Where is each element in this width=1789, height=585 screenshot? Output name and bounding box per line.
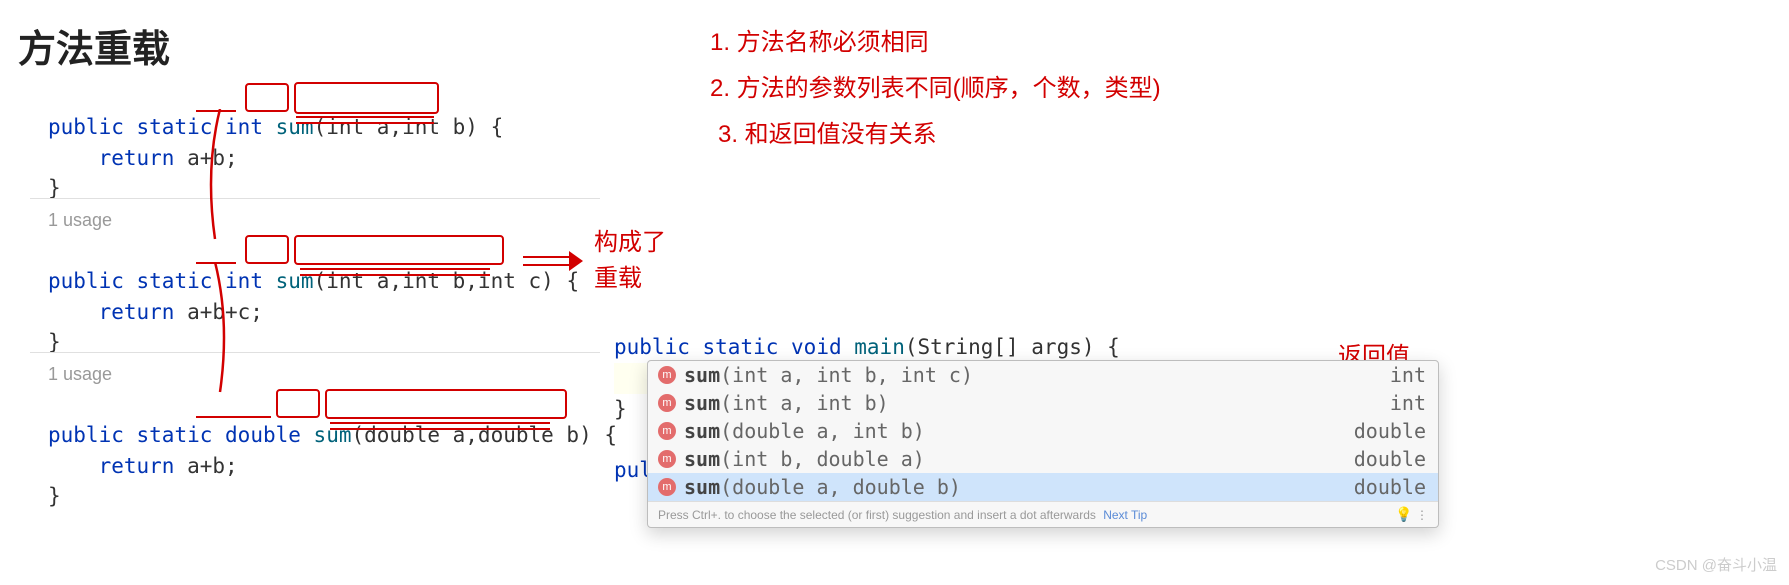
divider-2 — [30, 352, 600, 353]
params: int a,int b — [326, 115, 465, 139]
method-badge-icon: m — [658, 394, 676, 412]
anno-box — [294, 82, 439, 114]
close-brace: } — [48, 330, 61, 354]
kw-return: return — [99, 300, 175, 324]
open: ) { — [465, 115, 503, 139]
open: ) { — [541, 269, 579, 293]
method-badge-icon: m — [658, 450, 676, 468]
autocomplete-item[interactable]: msum(int b, double a)double — [648, 445, 1438, 473]
kw-public: public — [48, 423, 124, 447]
kw-static: static — [703, 335, 779, 359]
kw-void: void — [791, 335, 842, 359]
params: String[] args — [918, 335, 1082, 359]
kw-public: public — [614, 335, 690, 359]
open: ) { — [1082, 335, 1120, 359]
method-name: sum — [276, 115, 314, 139]
method-badge-icon: m — [658, 422, 676, 440]
method-badge-icon: m — [658, 366, 676, 384]
expr: a+b; — [187, 454, 238, 478]
arrow-icon — [523, 253, 583, 269]
autocomplete-item[interactable]: msum(int a, int b)int — [648, 389, 1438, 417]
kw-static: static — [137, 423, 213, 447]
bulb-icon: 💡 — [1395, 506, 1412, 522]
anno-underline — [300, 274, 490, 276]
rettype: int — [225, 269, 263, 293]
kw-public: public — [48, 269, 124, 293]
anno-underline — [196, 110, 236, 112]
rule-1: 1. 方法名称必须相同 — [710, 22, 929, 57]
anno-underline — [300, 268, 490, 270]
usage-label-2: 1 usage — [48, 364, 112, 385]
kw-static: static — [137, 269, 213, 293]
kw-public: public — [48, 115, 124, 139]
autocomplete-item[interactable]: msum(int a, int b, int c)int — [648, 361, 1438, 389]
rettype: double — [225, 423, 301, 447]
more-icon[interactable]: ⋮ — [1416, 508, 1428, 522]
kw-static: static — [137, 115, 213, 139]
anno-underline — [330, 428, 550, 430]
open: ) { — [579, 423, 617, 447]
rule-2: 2. 方法的参数列表不同(顺序，个数，类型) — [710, 68, 1161, 103]
next-tip-link[interactable]: Next Tip — [1103, 508, 1147, 522]
expr: a+b+c; — [187, 300, 263, 324]
anno-box — [276, 389, 320, 418]
autocomplete-item[interactable]: msum(double a, double b)double — [648, 473, 1438, 501]
anno-box — [245, 83, 289, 112]
close-brace: } — [48, 484, 61, 508]
autocomplete-popup[interactable]: msum(int a, int b, int c)intmsum(int a, … — [647, 360, 1439, 528]
anno-underline — [296, 116, 434, 118]
usage-label-1: 1 usage — [48, 210, 112, 231]
expr: a+b; — [187, 146, 238, 170]
rule-3: 3. 和返回值没有关系 — [718, 114, 937, 149]
anno-underline — [330, 422, 550, 424]
method-badge-icon: m — [658, 478, 676, 496]
mid-text-b: 重载 — [594, 258, 642, 293]
autocomplete-item[interactable]: msum(double a, int b)double — [648, 417, 1438, 445]
kw-return: return — [99, 454, 175, 478]
anno-box — [294, 235, 504, 265]
popup-hint: Press Ctrl+. to choose the selected (or … — [648, 501, 1438, 527]
close-brace: } — [48, 176, 61, 200]
anno-underline — [196, 416, 271, 418]
page-title: 方法重载 — [18, 18, 170, 73]
divider-1 — [30, 198, 600, 199]
kw-return: return — [99, 146, 175, 170]
anno-underline — [196, 262, 236, 264]
anno-box — [325, 389, 567, 419]
anno-underline — [296, 122, 434, 124]
watermark: CSDN @奋斗小温 — [1655, 554, 1777, 575]
rettype: int — [225, 115, 263, 139]
close-brace: } — [614, 397, 627, 421]
anno-box — [245, 235, 289, 264]
mid-text-a: 构成了 — [594, 222, 666, 257]
method-name: main — [854, 335, 905, 359]
